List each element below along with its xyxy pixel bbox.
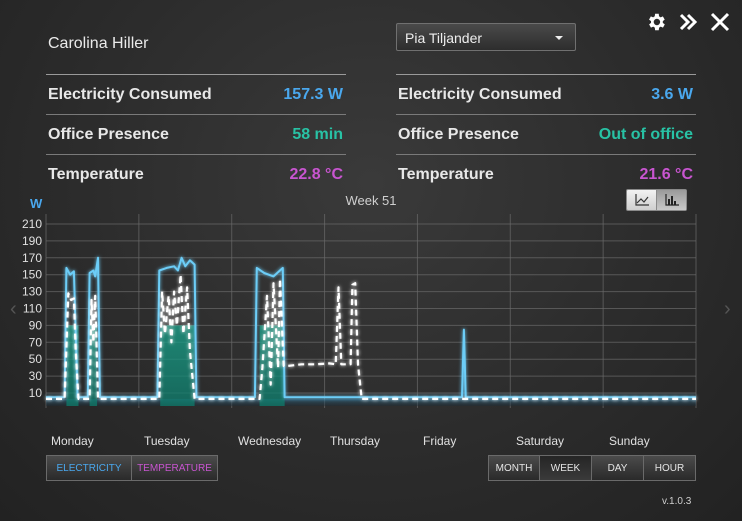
metric-label: Office Presence <box>48 125 169 143</box>
metric-label: Temperature <box>398 166 494 183</box>
range-toggle-group: MONTH WEEK DAY HOUR <box>488 455 696 481</box>
y-tick-label: 90 <box>29 318 43 332</box>
metric-temperature: Temperature 21.6 °C <box>396 154 696 184</box>
double-chevron-right-icon[interactable] <box>676 10 700 34</box>
left-metrics-panel: Electricity Consumed 157.3 W Office Pres… <box>46 74 346 184</box>
hour-button[interactable]: HOUR <box>644 455 696 481</box>
metric-value: 22.8 °C <box>289 166 343 183</box>
version-label: v.1.0.3 <box>662 496 692 507</box>
metric-label: Electricity Consumed <box>398 85 562 103</box>
week-button[interactable]: WEEK <box>540 455 592 481</box>
y-tick-label: 190 <box>22 234 42 248</box>
chart-type-toggle <box>626 189 687 211</box>
week-chart: 10 30 50 70 90 110 130 150 170 190 210 <box>22 214 697 408</box>
chart-grid <box>45 214 697 408</box>
metric-presence: Office Presence 58 min <box>46 114 346 154</box>
metric-value: 58 min <box>292 125 343 143</box>
bar-chart-icon[interactable] <box>656 190 686 210</box>
electricity-button[interactable]: ELECTRICITY <box>46 455 132 481</box>
metric-value: 3.6 W <box>651 85 693 103</box>
y-tick-label: 210 <box>22 217 42 231</box>
top-toolbar <box>644 10 732 34</box>
metric-value: 157.3 W <box>283 85 343 103</box>
metric-value: 21.6 °C <box>639 166 693 183</box>
metric-label: Electricity Consumed <box>48 85 212 103</box>
right-metrics-panel: Electricity Consumed 3.6 W Office Presen… <box>396 74 696 184</box>
day-label-monday: Monday <box>51 434 94 448</box>
y-tick-label: 70 <box>29 335 43 349</box>
gear-icon[interactable] <box>644 10 668 34</box>
metric-presence: Office Presence Out of office <box>396 114 696 154</box>
day-label-thursday: Thursday <box>330 434 381 448</box>
day-button[interactable]: DAY <box>592 455 644 481</box>
line-chart-icon[interactable] <box>627 190 656 210</box>
y-tick-label: 150 <box>22 268 42 282</box>
person-selector-value: Pia Tiljander <box>405 30 483 46</box>
y-tick-label: 30 <box>29 369 43 383</box>
day-label-friday: Friday <box>423 434 457 448</box>
day-label-tuesday: Tuesday <box>144 434 190 448</box>
metric-value: Out of office <box>598 125 693 143</box>
y-tick-label: 170 <box>22 251 42 265</box>
y-tick-label: 110 <box>23 302 42 316</box>
close-icon[interactable] <box>708 10 732 34</box>
y-tick-label: 50 <box>29 352 43 366</box>
chevron-down-icon <box>555 36 563 40</box>
y-tick-label: 130 <box>22 285 42 299</box>
metric-temperature: Temperature 22.8 °C <box>46 154 346 184</box>
y-axis: 10 30 50 70 90 110 130 150 170 190 210 <box>22 217 696 406</box>
y-tick-label: 10 <box>29 386 43 400</box>
person-selector-dropdown[interactable]: Pia Tiljander <box>396 23 576 51</box>
temperature-series-line <box>46 273 696 400</box>
metric-label: Temperature <box>48 166 144 183</box>
temperature-button[interactable]: TEMPERATURE <box>132 455 218 481</box>
series-toggle-group: ELECTRICITY TEMPERATURE <box>46 455 218 481</box>
day-label-wednesday: Wednesday <box>238 434 302 448</box>
chart-series <box>46 256 696 400</box>
day-label-saturday: Saturday <box>516 434 565 448</box>
metric-electricity: Electricity Consumed 3.6 W <box>396 74 696 114</box>
metric-label: Office Presence <box>398 125 519 143</box>
month-button[interactable]: MONTH <box>488 455 540 481</box>
person-name: Carolina Hiller <box>48 35 149 52</box>
day-label-sunday: Sunday <box>609 434 650 448</box>
metric-electricity: Electricity Consumed 157.3 W <box>46 74 346 114</box>
